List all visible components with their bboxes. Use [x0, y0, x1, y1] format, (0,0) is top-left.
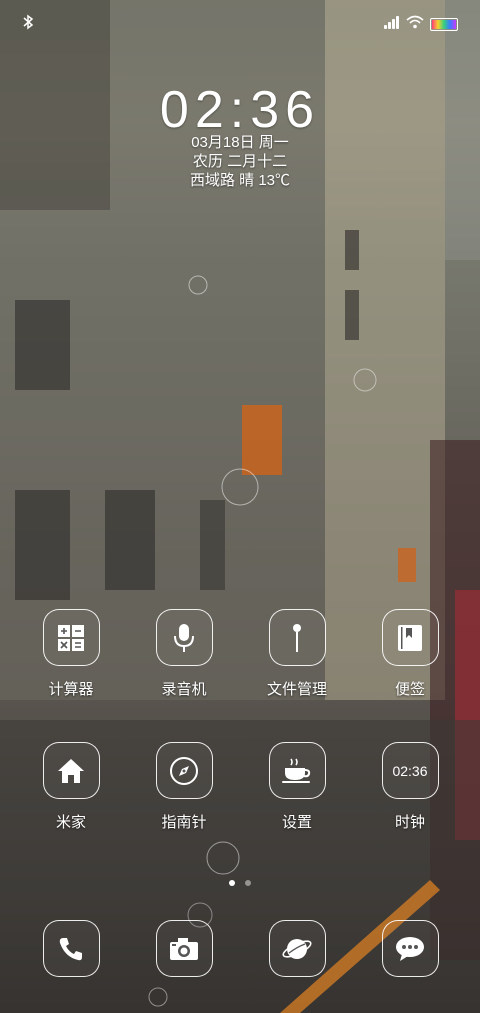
page-indicator [0, 873, 480, 891]
app-label: 指南针 [161, 814, 207, 831]
app-calculator[interactable]: 计算器 [31, 609, 111, 699]
app-label: 便签 [394, 681, 425, 698]
app-mi-home[interactable]: 米家 [31, 742, 111, 832]
weather-text: 西域路 晴 13℃ [189, 172, 291, 189]
app-label: 文件管理 [266, 681, 327, 698]
app-notes[interactable]: 便签 [370, 609, 450, 699]
dock-browser[interactable] [257, 920, 337, 977]
microphone-icon [155, 609, 213, 666]
dock-messages[interactable] [370, 920, 450, 977]
date-text: 03月18日 周一 [191, 134, 289, 151]
status-icons [384, 15, 458, 34]
lunar-date-text: 农历 二月十二 [192, 153, 288, 170]
app-label: 设置 [281, 814, 312, 831]
bluetooth-icon [22, 14, 34, 35]
app-clock[interactable]: 02:36 时钟 [370, 742, 450, 832]
notes-icon [381, 609, 439, 666]
status-bar [0, 0, 480, 48]
app-compass[interactable]: 指南针 [144, 742, 224, 832]
dock-phone[interactable] [31, 920, 111, 977]
wifi-icon [406, 15, 424, 34]
app-label: 米家 [55, 814, 86, 831]
app-label: 录音机 [161, 681, 207, 698]
home-screen: 02:36 03月18日 周一 农历 二月十二 西域路 晴 13℃ 计算器 录音… [0, 0, 480, 1013]
app-label: 时钟 [394, 814, 425, 831]
page-dot-active [228, 880, 235, 886]
app-settings[interactable]: 设置 [257, 742, 337, 832]
app-recorder[interactable]: 录音机 [144, 609, 224, 699]
browser-icon [268, 920, 326, 977]
messages-icon [381, 920, 439, 977]
page-dot [245, 880, 252, 886]
app-label: 计算器 [48, 681, 94, 698]
signal-icon [384, 15, 400, 34]
file-manager-icon [268, 609, 326, 666]
settings-cup-icon [268, 742, 326, 799]
home-icon [42, 742, 100, 799]
compass-icon [155, 742, 213, 799]
clock-icon-time: 02:36 [392, 762, 428, 779]
phone-icon [42, 920, 100, 977]
calculator-icon [42, 609, 100, 666]
camera-icon [155, 920, 213, 977]
clock-icon: 02:36 [381, 742, 439, 799]
app-file-manager[interactable]: 文件管理 [257, 609, 337, 699]
dock-camera[interactable] [144, 920, 224, 977]
battery-icon [430, 18, 458, 31]
lockscreen-time: 02:36 [159, 81, 321, 139]
